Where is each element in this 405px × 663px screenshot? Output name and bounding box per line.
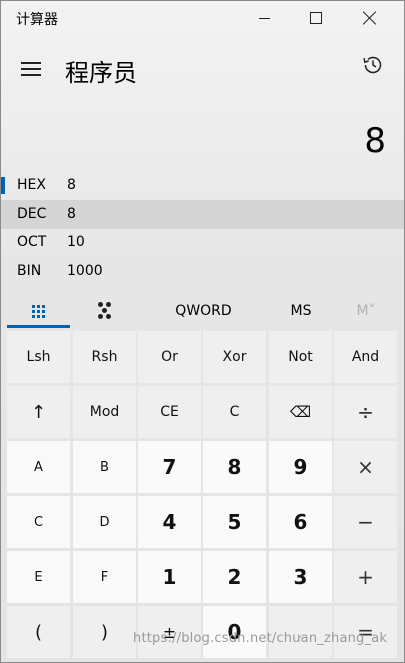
- hex-b-button[interactable]: B: [73, 441, 136, 493]
- hex-d-button[interactable]: D: [73, 496, 136, 548]
- minimize-button[interactable]: [241, 1, 287, 35]
- radix-value: 8: [67, 177, 76, 193]
- tab-full-keypad[interactable]: [7, 293, 70, 329]
- digit-5-button[interactable]: 5: [203, 496, 266, 548]
- radix-value: 8: [67, 206, 76, 222]
- second-function-button[interactable]: ↑: [7, 386, 70, 438]
- multiply-button[interactable]: ×: [334, 441, 397, 493]
- xor-button[interactable]: Xor: [203, 331, 266, 383]
- maximize-icon: [310, 12, 322, 24]
- memory-store-button[interactable]: MS: [271, 293, 331, 329]
- digit-7-button[interactable]: 7: [138, 441, 201, 493]
- mod-button[interactable]: Mod: [73, 386, 136, 438]
- radix-row-hex[interactable]: HEX 8: [1, 171, 404, 200]
- not-button[interactable]: Not: [269, 331, 332, 383]
- clear-entry-button[interactable]: CE: [138, 386, 201, 438]
- radix-label: BIN: [17, 263, 42, 279]
- calculator-window: 计算器 程序员 8 HEX 8 DEC 8 OCT 10 BIN 1000 QW…: [0, 0, 405, 663]
- memory-list-button[interactable]: M˅: [341, 293, 391, 329]
- word-size-button[interactable]: QWORD: [151, 293, 256, 329]
- open-paren-button[interactable]: (: [7, 606, 70, 658]
- add-button[interactable]: +: [334, 551, 397, 603]
- watermark-text: https://blog.csdn.net/chuan_zhang_ak: [133, 631, 388, 646]
- mode-title: 程序员: [65, 59, 137, 87]
- digit-1-button[interactable]: 1: [138, 551, 201, 603]
- radix-row-bin[interactable]: BIN 1000: [1, 257, 404, 286]
- tab-bit-toggling[interactable]: [73, 293, 137, 329]
- digit-8-button[interactable]: 8: [203, 441, 266, 493]
- radix-label: OCT: [17, 234, 47, 250]
- divide-button[interactable]: ÷: [334, 386, 397, 438]
- history-button[interactable]: [361, 53, 391, 83]
- close-button[interactable]: [347, 1, 393, 35]
- close-icon: [363, 11, 377, 25]
- close-paren-button[interactable]: ): [73, 606, 136, 658]
- radix-label: DEC: [17, 206, 47, 222]
- lsh-button[interactable]: Lsh: [7, 331, 70, 383]
- subtract-button[interactable]: −: [334, 496, 397, 548]
- title-bar[interactable]: 计算器: [1, 1, 404, 35]
- radix-row-dec[interactable]: DEC 8: [1, 200, 404, 229]
- rsh-button[interactable]: Rsh: [73, 331, 136, 383]
- backspace-button[interactable]: ⌫: [269, 386, 332, 438]
- radix-row-oct[interactable]: OCT 10: [1, 228, 404, 257]
- maximize-button[interactable]: [293, 1, 339, 35]
- history-clock-icon: [363, 56, 382, 74]
- selected-radix-indicator: [1, 177, 5, 194]
- clear-button[interactable]: C: [203, 386, 266, 438]
- hex-a-button[interactable]: A: [7, 441, 70, 493]
- keypad-tabs: QWORD MS M˅: [1, 293, 404, 329]
- radix-value: 1000: [67, 263, 103, 279]
- digit-4-button[interactable]: 4: [138, 496, 201, 548]
- or-button[interactable]: Or: [138, 331, 201, 383]
- digit-2-button[interactable]: 2: [203, 551, 266, 603]
- minimize-icon: [258, 17, 270, 19]
- keypad-grid-icon: [32, 304, 45, 318]
- and-button[interactable]: And: [334, 331, 397, 383]
- digit-9-button[interactable]: 9: [269, 441, 332, 493]
- calculator-header: 程序员: [1, 41, 404, 97]
- keypad: Lsh Rsh Or Xor Not And ↑ Mod CE C ⌫ ÷ A …: [7, 331, 399, 658]
- hex-c-button[interactable]: C: [7, 496, 70, 548]
- result-display: 8: [364, 121, 386, 161]
- digit-3-button[interactable]: 3: [269, 551, 332, 603]
- app-title: 计算器: [16, 12, 58, 28]
- radix-label: HEX: [17, 177, 46, 193]
- hex-f-button[interactable]: F: [73, 551, 136, 603]
- bit-toggle-icon: [98, 302, 112, 320]
- digit-6-button[interactable]: 6: [269, 496, 332, 548]
- hex-e-button[interactable]: E: [7, 551, 70, 603]
- hamburger-menu-icon[interactable]: [17, 55, 45, 83]
- radix-value: 10: [67, 234, 85, 250]
- selected-tab-underline: [7, 325, 70, 328]
